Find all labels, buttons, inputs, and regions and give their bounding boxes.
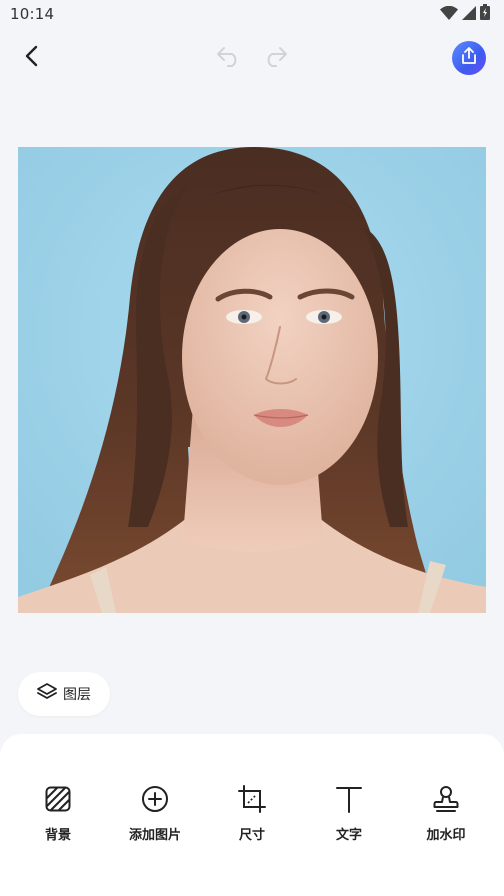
tool-add-image-label: 添加图片 bbox=[128, 828, 181, 843]
tool-watermark-label: 加水印 bbox=[426, 828, 466, 843]
share-icon bbox=[460, 47, 478, 69]
add-circle-icon bbox=[140, 784, 170, 814]
photo-canvas[interactable] bbox=[18, 147, 486, 613]
text-icon bbox=[334, 784, 364, 814]
tool-add-image[interactable]: 添加图片 bbox=[110, 784, 200, 848]
share-button[interactable] bbox=[452, 41, 486, 75]
chevron-left-icon bbox=[22, 44, 42, 72]
tool-background-label: 背景 bbox=[44, 828, 71, 843]
portrait-photo bbox=[18, 147, 486, 613]
layers-icon bbox=[37, 683, 57, 705]
undo-button[interactable] bbox=[214, 44, 244, 74]
undo-icon bbox=[216, 46, 242, 72]
signal-icon bbox=[462, 5, 476, 24]
status-icons bbox=[440, 4, 490, 24]
top-toolbar bbox=[0, 34, 504, 82]
redo-button[interactable] bbox=[260, 44, 290, 74]
back-button[interactable] bbox=[16, 42, 48, 74]
tool-text-label: 文字 bbox=[335, 828, 362, 843]
redo-icon bbox=[262, 46, 288, 72]
tool-size[interactable]: 尺寸 bbox=[207, 784, 297, 848]
layers-button[interactable]: 图层 bbox=[18, 672, 110, 716]
tool-background[interactable]: 背景 bbox=[13, 784, 103, 848]
status-bar: 10:14 bbox=[0, 0, 504, 28]
wifi-icon bbox=[440, 5, 458, 24]
bottom-tool-panel: 背景 添加图片 尺寸 文字 加水印 bbox=[0, 734, 504, 896]
status-time: 10:14 bbox=[10, 5, 55, 23]
battery-icon bbox=[480, 4, 490, 24]
tool-size-label: 尺寸 bbox=[238, 828, 265, 843]
stamp-icon bbox=[431, 784, 461, 814]
tool-text[interactable]: 文字 bbox=[304, 784, 394, 848]
layers-label: 图层 bbox=[63, 687, 91, 703]
tool-watermark[interactable]: 加水印 bbox=[401, 784, 491, 848]
crop-resize-icon bbox=[237, 784, 267, 814]
background-pattern-icon bbox=[43, 784, 73, 814]
